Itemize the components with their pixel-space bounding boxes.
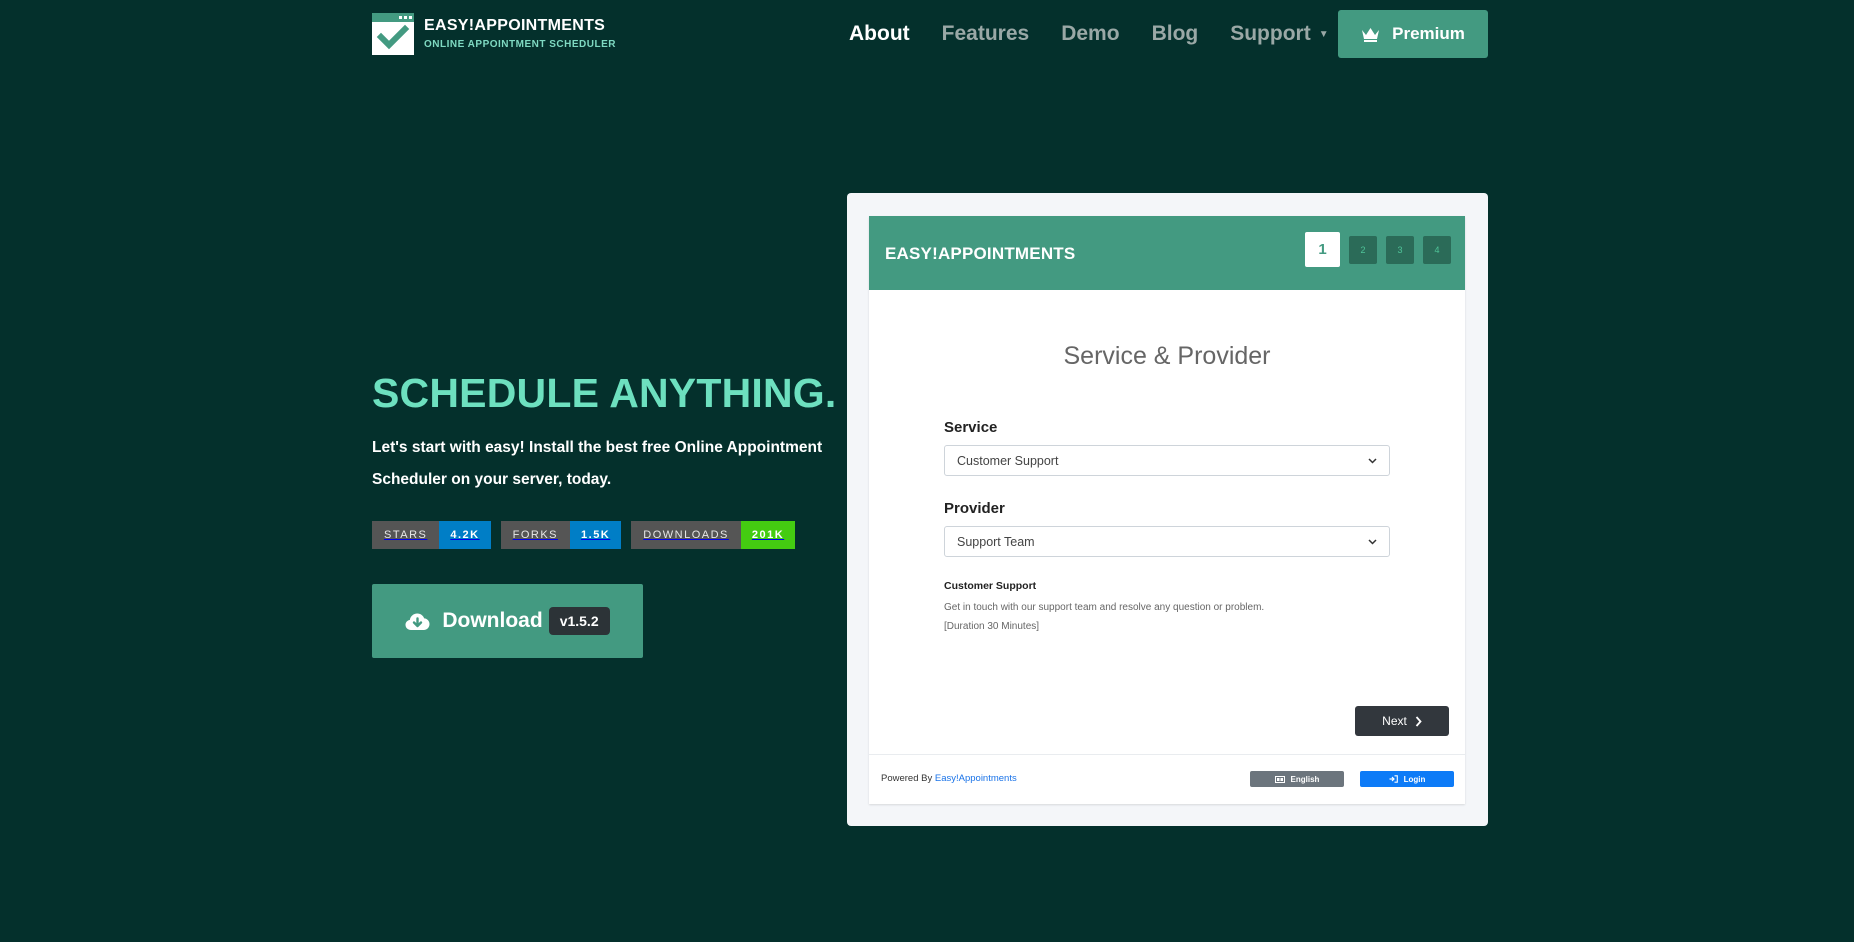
main-nav: About Features Demo Blog Support ▼ [849, 0, 1361, 68]
stars-badge-value: 4.2K [439, 521, 491, 549]
nav-features[interactable]: Features [942, 22, 1030, 46]
premium-label: Premium [1392, 24, 1465, 43]
booking-wizard: EASY!APPOINTMENTS 1 2 3 4 Service & Prov… [869, 216, 1465, 804]
stars-badge-label: STARS [372, 521, 440, 549]
wizard-title: EASY!APPOINTMENTS [885, 244, 1076, 263]
nav-support-label: Support [1230, 22, 1311, 45]
step-1[interactable]: 1 [1305, 232, 1340, 267]
provider-select[interactable]: Support Team [944, 526, 1390, 557]
forks-badge-value: 1.5K [570, 521, 622, 549]
login-label: Login [1403, 774, 1426, 784]
version-badge: v1.5.2 [548, 607, 610, 635]
step-4[interactable]: 4 [1423, 236, 1451, 264]
forks-badge[interactable]: FORKS 1.5K [500, 521, 622, 549]
next-button[interactable]: Next [1355, 706, 1449, 736]
caret-down-icon: ▼ [1318, 28, 1329, 40]
provider-select-value: Support Team [957, 534, 1035, 549]
language-icon [1274, 775, 1285, 783]
service-description: Get in touch with our support team and r… [944, 598, 1264, 636]
language-button[interactable]: English [1250, 771, 1344, 787]
brand-link[interactable]: EASY!APPOINTMENTS ONLINE APPOINTMENT SCH… [372, 13, 616, 55]
service-label: Service [944, 419, 998, 436]
language-label: English [1290, 774, 1320, 784]
brand-title: EASY!APPOINTMENTS [424, 17, 606, 34]
step-3[interactable]: 3 [1386, 236, 1414, 264]
nav-blog[interactable]: Blog [1152, 22, 1199, 46]
powered-by-prefix: Powered By [881, 773, 935, 784]
step-2[interactable]: 2 [1349, 236, 1377, 264]
wizard-steps: 1 2 3 4 [1296, 232, 1451, 267]
download-label: Download [442, 609, 543, 632]
service-select[interactable]: Customer Support [944, 445, 1390, 476]
wizard-heading: Service & Provider [1063, 342, 1271, 370]
nav-support[interactable]: Support ▼ [1230, 22, 1328, 46]
service-description-text: Get in touch with our support team and r… [944, 602, 1265, 613]
downloads-badge-label: DOWNLOADS [631, 521, 741, 549]
crown-icon [1362, 27, 1380, 42]
hero-title: SCHEDULE ANYTHING. [372, 370, 837, 416]
premium-button[interactable]: Premium [1338, 10, 1488, 58]
stars-badge[interactable]: STARS 4.2K [372, 521, 491, 549]
forks-badge-label: FORKS [500, 521, 571, 549]
provider-label: Provider [944, 500, 1005, 517]
chevron-down-icon [1368, 537, 1377, 547]
stats-badges: STARS 4.2K FORKS 1.5K DOWNLOADS 201K [372, 521, 805, 549]
next-label: Next [1382, 714, 1407, 728]
downloads-badge-value: 201K [740, 521, 796, 549]
nav-demo[interactable]: Demo [1061, 22, 1119, 46]
service-select-value: Customer Support [957, 453, 1059, 468]
chevron-right-icon [1415, 715, 1422, 727]
hero-lead: Let's start with easy! Install the best … [372, 439, 823, 488]
service-duration: [Duration 30 Minutes] [944, 621, 1040, 632]
booking-preview: EASY!APPOINTMENTS 1 2 3 4 Service & Prov… [847, 193, 1488, 826]
powered-by: Powered By Easy!Appointments [881, 773, 1017, 784]
calendar-check-icon [372, 13, 414, 55]
brand-subtitle: ONLINE APPOINTMENT SCHEDULER [424, 39, 616, 50]
chevron-down-icon [1368, 456, 1377, 466]
login-button[interactable]: Login [1360, 771, 1454, 787]
powered-by-link[interactable]: Easy!Appointments [935, 773, 1017, 784]
service-description-title: Customer Support [944, 580, 1037, 592]
sign-in-icon [1389, 775, 1398, 783]
nav-about[interactable]: About [849, 22, 910, 46]
wizard-header: EASY!APPOINTMENTS 1 2 3 4 [869, 216, 1465, 290]
wizard-footer-divider [869, 754, 1465, 755]
cloud-download-icon [405, 613, 430, 630]
navbar: EASY!APPOINTMENTS ONLINE APPOINTMENT SCH… [0, 0, 1854, 68]
download-button[interactable]: Download v1.5.2 [372, 584, 643, 658]
downloads-badge[interactable]: DOWNLOADS 201K [631, 521, 796, 549]
